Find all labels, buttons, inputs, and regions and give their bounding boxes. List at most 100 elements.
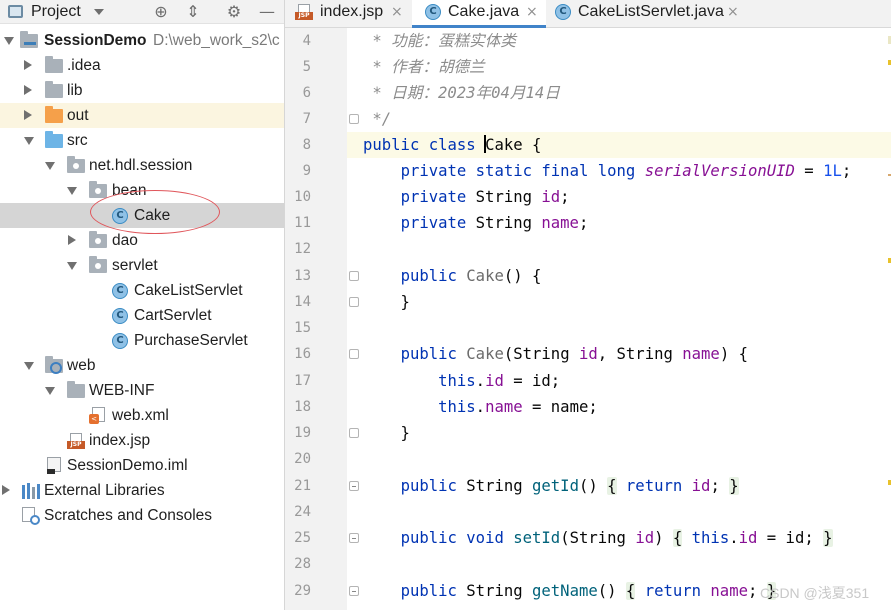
tab-label: CakeListServlet.java <box>578 3 724 20</box>
line-number: 29 <box>294 583 311 599</box>
line-number: 25 <box>294 530 311 546</box>
tree-item-servlet[interactable]: servlet <box>0 253 284 278</box>
line-number: 9 <box>302 163 311 179</box>
close-icon[interactable]: × <box>526 0 538 24</box>
collapse-icon[interactable]: ⇕ <box>184 3 202 21</box>
excluded-folder-icon <box>45 106 63 123</box>
chevron-right-icon[interactable] <box>24 110 32 120</box>
tree-item-cake[interactable]: C Cake <box>0 203 284 228</box>
code-editor: JSP index.jsp × C Cake.java × C CakeList… <box>284 0 891 610</box>
tab-cakelistservlet-java[interactable]: C CakeListServlet.java × <box>547 0 747 28</box>
locate-icon[interactable]: ⊕ <box>152 3 170 21</box>
tree-item-label: Cake <box>134 207 171 224</box>
tree-item-label: servlet <box>112 257 158 274</box>
chevron-down-icon[interactable] <box>67 262 77 270</box>
code-line: */ <box>363 110 392 128</box>
code-area[interactable]: * 功能：蛋糕实体类 * 作者：胡德兰 * 日期：2023年04月14日 */ … <box>347 28 891 610</box>
chevron-right-icon[interactable] <box>24 60 32 70</box>
jsp-file-icon: JSP <box>67 433 85 449</box>
tab-cake-java[interactable]: C Cake.java × <box>412 0 546 28</box>
tree-item-label: Scratches and Consoles <box>44 507 213 524</box>
tree-item-sessiondemo-iml[interactable]: SessionDemo.iml <box>0 453 284 478</box>
tree-item-idea[interactable]: .idea <box>0 53 284 78</box>
tree-item-web[interactable]: web <box>0 353 284 378</box>
tree-item-label: out <box>67 107 89 124</box>
tree-item-scratches-and-consoles[interactable]: Scratches and Consoles <box>0 503 284 528</box>
tree-item-dao[interactable]: dao <box>0 228 284 253</box>
line-number: 20 <box>294 451 311 467</box>
line-number: 21 <box>294 478 311 494</box>
line-number: 7 <box>302 111 311 127</box>
line-number: 14 <box>294 294 311 310</box>
chevron-down-icon[interactable] <box>45 162 55 170</box>
tree-item-cakelistservlet[interactable]: C CakeListServlet <box>0 278 284 303</box>
jsp-badge: JSP <box>295 12 313 20</box>
close-icon[interactable]: × <box>727 0 739 24</box>
project-panel-header: Project ⊕ ⇕ ⚙ — <box>0 0 284 24</box>
source-folder-icon <box>45 131 63 148</box>
minimize-icon[interactable]: — <box>258 3 276 21</box>
folder-icon <box>67 381 85 398</box>
close-icon[interactable]: × <box>391 0 403 24</box>
jsp-badge: JSP <box>67 441 85 449</box>
iml-badge <box>47 469 55 474</box>
code-line: private String id; <box>400 188 570 206</box>
tree-item-label: SessionDemo <box>44 32 147 49</box>
line-number: 11 <box>294 215 311 231</box>
code-line: public Cake(String id, String name) { <box>400 345 748 363</box>
code-line: public Cake() { <box>400 267 542 285</box>
package-icon <box>89 231 107 248</box>
tree-item-lib[interactable]: lib <box>0 78 284 103</box>
chevron-down-icon[interactable] <box>24 362 34 370</box>
iml-file-icon <box>47 457 61 474</box>
tree-item-src[interactable]: src <box>0 128 284 153</box>
tree-item-label: index.jsp <box>89 432 151 449</box>
line-number: 15 <box>294 320 311 336</box>
line-number: 28 <box>294 556 311 572</box>
tree-item-external-libraries[interactable]: External Libraries <box>0 478 284 503</box>
line-number: 12 <box>294 241 311 257</box>
code-line: public String getId() { return id; } <box>400 477 739 495</box>
tree-item-web-xml[interactable]: < web.xml <box>0 403 284 428</box>
tree-item-index-jsp[interactable]: JSP index.jsp <box>0 428 284 453</box>
chevron-right-icon[interactable] <box>24 85 32 95</box>
chevron-down-icon[interactable] <box>45 387 55 395</box>
code-line: * 功能：蛋糕实体类 <box>363 32 516 50</box>
tree-item-label: WEB-INF <box>89 382 155 399</box>
code-line: } <box>363 293 410 311</box>
tree-item-label: CartServlet <box>134 307 212 324</box>
tree-item-net-hdl-session[interactable]: net.hdl.session <box>0 153 284 178</box>
tree-item-label: web <box>67 357 96 374</box>
line-number-gutter: 4 5 6 7 8 9 10 11 12 13 14 15 16 17 18 1… <box>285 28 359 610</box>
chevron-down-icon[interactable] <box>67 187 77 195</box>
chevron-down-icon[interactable] <box>24 137 34 145</box>
tree-item-sessiondemo[interactable]: SessionDemo D:\web_work_s2\c <box>0 28 284 53</box>
chevron-down-icon[interactable] <box>94 9 104 15</box>
web-folder-icon <box>45 356 63 374</box>
chevron-down-icon[interactable] <box>4 37 14 45</box>
gear-icon[interactable]: ⚙ <box>225 3 243 21</box>
line-number: 24 <box>294 504 311 520</box>
project-view-selector[interactable]: Project <box>31 2 81 22</box>
folder-icon <box>45 56 63 73</box>
line-number: 10 <box>294 189 311 205</box>
tree-item-label: CakeListServlet <box>134 282 243 299</box>
tree-item-bean[interactable]: bean <box>0 178 284 203</box>
tab-label: index.jsp <box>320 3 384 20</box>
chevron-right-icon[interactable] <box>2 485 10 495</box>
code-line: private String name; <box>400 214 589 232</box>
line-number: 5 <box>302 59 311 75</box>
tree-item-purchaseservlet[interactable]: C PurchaseServlet <box>0 328 284 353</box>
tab-index-jsp[interactable]: JSP index.jsp × <box>285 0 411 28</box>
tree-item-label: dao <box>112 232 138 249</box>
package-icon <box>89 181 107 198</box>
line-number: 13 <box>294 268 311 284</box>
tree-item-cartservlet[interactable]: C CartServlet <box>0 303 284 328</box>
chevron-right-icon[interactable] <box>68 235 76 245</box>
tree-item-out[interactable]: out <box>0 103 284 128</box>
tree-item-label: web.xml <box>112 407 169 424</box>
tree-item-web-inf[interactable]: WEB-INF <box>0 378 284 403</box>
tree-item-label: SessionDemo.iml <box>67 457 188 474</box>
project-folder-icon <box>20 31 38 48</box>
